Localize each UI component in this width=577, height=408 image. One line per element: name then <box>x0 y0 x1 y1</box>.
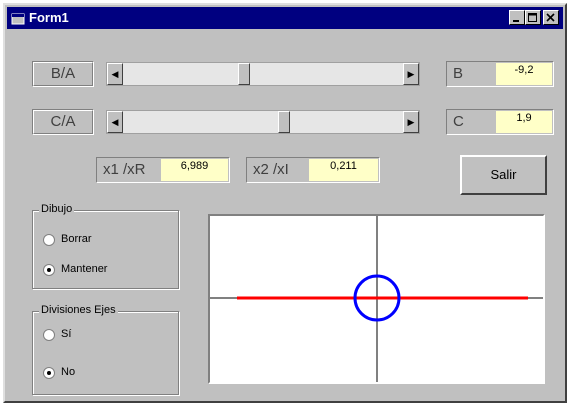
b-label: B <box>453 65 464 82</box>
x2-label: x2 /xI <box>253 161 289 178</box>
ba-slider[interactable]: ◀ ▶ <box>106 62 420 86</box>
radio-button[interactable] <box>43 329 55 341</box>
radio-button[interactable] <box>43 367 55 379</box>
radio-button[interactable] <box>43 264 55 276</box>
title-bar[interactable]: Form1 <box>7 7 563 29</box>
ca-label-box: C/A <box>32 109 94 135</box>
c-label: C <box>453 113 464 130</box>
draw-group-title: Dibujo <box>39 203 75 215</box>
radio-label: Borrar <box>61 233 92 245</box>
plot-svg <box>210 216 543 382</box>
app-form-icon <box>11 13 25 25</box>
ba-slider-right-button[interactable]: ▶ <box>403 63 419 85</box>
maximize-icon <box>528 13 537 22</box>
radio-label: No <box>61 366 76 378</box>
exit-button[interactable]: Salir <box>460 155 547 195</box>
axis-divisions-group: Divisiones Ejes Sí No <box>32 304 179 395</box>
window-title: Form1 <box>29 10 69 25</box>
left-arrow-icon: ◀ <box>111 69 119 79</box>
close-icon <box>546 13 555 22</box>
ca-slider-thumb[interactable] <box>278 111 290 133</box>
radio-button[interactable] <box>43 234 55 246</box>
ca-label: C/A <box>33 110 93 134</box>
app-window: Form1 B/A ◀ ▶ B -9,2 C/A ◀ ▶ C 1,9 x1 /x… <box>3 3 567 403</box>
x2-value: 0,211 <box>309 159 378 181</box>
radio-label: Sí <box>61 328 72 340</box>
maximize-button[interactable] <box>525 10 541 25</box>
right-arrow-icon: ▶ <box>407 117 415 127</box>
plot-canvas <box>208 214 545 384</box>
x1-value: 6,989 <box>161 159 228 181</box>
b-field: B -9,2 <box>446 61 554 87</box>
axis-divisions-title: Divisiones Ejes <box>39 304 118 316</box>
close-button[interactable] <box>543 10 559 25</box>
ba-slider-thumb[interactable] <box>238 63 250 85</box>
x1-field: x1 /xR 6,989 <box>96 157 230 183</box>
x1-label: x1 /xR <box>103 161 146 178</box>
ba-slider-left-button[interactable]: ◀ <box>107 63 123 85</box>
c-value: 1,9 <box>496 111 552 133</box>
left-arrow-icon: ◀ <box>111 117 119 127</box>
ba-label-box: B/A <box>32 61 94 87</box>
draw-group: Dibujo Borrar Mantener <box>32 203 179 289</box>
radio-label: Mantener <box>61 263 108 275</box>
ca-slider-right-button[interactable]: ▶ <box>403 111 419 133</box>
ca-slider-left-button[interactable]: ◀ <box>107 111 123 133</box>
x2-field: x2 /xI 0,211 <box>246 157 380 183</box>
minimize-icon <box>513 20 519 22</box>
b-value: -9,2 <box>496 63 552 85</box>
right-arrow-icon: ▶ <box>407 69 415 79</box>
ba-label: B/A <box>33 62 93 86</box>
minimize-button[interactable] <box>509 10 525 25</box>
ca-slider[interactable]: ◀ ▶ <box>106 110 420 134</box>
c-field: C 1,9 <box>446 109 554 135</box>
